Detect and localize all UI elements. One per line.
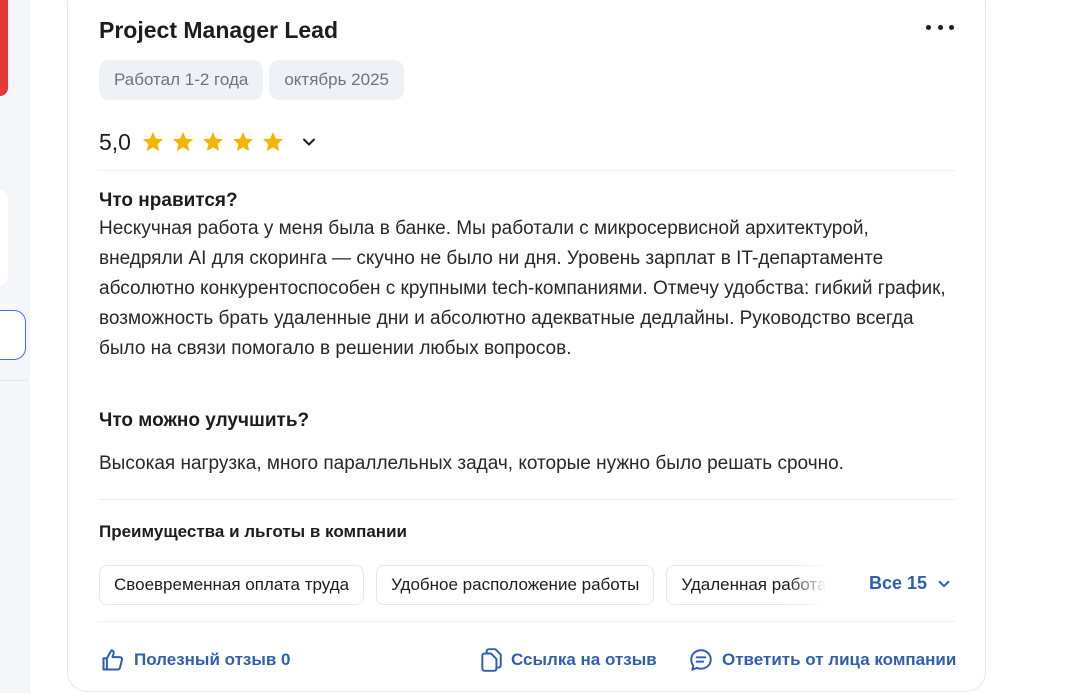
review-title: Project Manager Lead xyxy=(99,17,339,43)
divider xyxy=(99,621,956,622)
left-sidebar xyxy=(0,0,30,693)
star-icon xyxy=(202,132,223,151)
likes-text: Нескучная работа у меня была в банке. Мы… xyxy=(99,218,946,359)
review-card: Project Manager Lead Работал 1-2 года ок… xyxy=(67,0,986,692)
tag-date: октябрь 2025 xyxy=(269,60,404,100)
improve-heading: Что можно улучшить? xyxy=(99,410,310,431)
more-options-button[interactable] xyxy=(926,19,954,35)
more-dots-icon xyxy=(937,24,943,30)
chat-bubble-icon xyxy=(690,649,712,671)
more-dots-icon xyxy=(926,24,931,30)
reply-as-company-button[interactable]: Ответить от лица компании xyxy=(688,645,956,675)
tag-experience: Работал 1-2 года xyxy=(99,60,264,100)
perks-list: Своевременная оплата труда Удобное распо… xyxy=(99,565,831,605)
helpful-label: Полезный отзыв 0 xyxy=(134,650,291,669)
perk-chip[interactable]: Своевременная оплата труда xyxy=(99,565,365,605)
thumbs-up-icon xyxy=(102,648,124,671)
star-icon xyxy=(262,132,283,151)
sidebar-divider xyxy=(0,380,28,381)
reply-label: Ответить от лица компании xyxy=(722,650,957,669)
chevron-down-icon xyxy=(938,580,950,587)
star-icon xyxy=(142,132,163,151)
sidebar-accent-bar xyxy=(0,0,8,96)
perk-chip[interactable]: Удобное расположение работы xyxy=(376,565,655,605)
review-tags: Работал 1-2 года октябрь 2025 xyxy=(99,60,404,100)
star-icon xyxy=(172,132,193,151)
copy-link-label: Ссылка на отзыв xyxy=(511,650,657,669)
divider xyxy=(99,499,956,500)
copy-link-button[interactable]: Ссылка на отзыв xyxy=(479,645,657,675)
copy-link-icon xyxy=(481,648,502,672)
chevron-down-icon xyxy=(302,138,315,146)
sidebar-card xyxy=(0,190,8,285)
star-rating xyxy=(141,130,285,154)
rating-row: 5,0 xyxy=(99,125,319,159)
likes-heading: Что нравится? xyxy=(99,190,238,211)
rating-details-toggle[interactable] xyxy=(299,132,319,152)
sidebar-panel xyxy=(0,402,28,693)
sidebar-outline-button[interactable] xyxy=(0,310,26,360)
star-icon xyxy=(232,132,253,151)
perks-heading: Преимущества и льготы в компании xyxy=(99,522,407,541)
show-all-perks-label: Все 15 xyxy=(869,573,928,593)
helpful-button[interactable]: Полезный отзыв 0 xyxy=(99,645,291,675)
improve-text: Высокая нагрузка, много параллельных зад… xyxy=(99,453,844,474)
divider xyxy=(99,170,956,171)
perks-fade xyxy=(789,565,833,605)
more-dots-icon xyxy=(949,24,954,30)
rating-value: 5,0 xyxy=(99,128,131,155)
show-all-perks-button[interactable]: Все 15 xyxy=(869,573,951,594)
page: Project Manager Lead Работал 1-2 года ок… xyxy=(0,0,1069,693)
review-actions: Полезный отзыв 0 Ссылка на отзыв Ответит… xyxy=(99,645,956,675)
